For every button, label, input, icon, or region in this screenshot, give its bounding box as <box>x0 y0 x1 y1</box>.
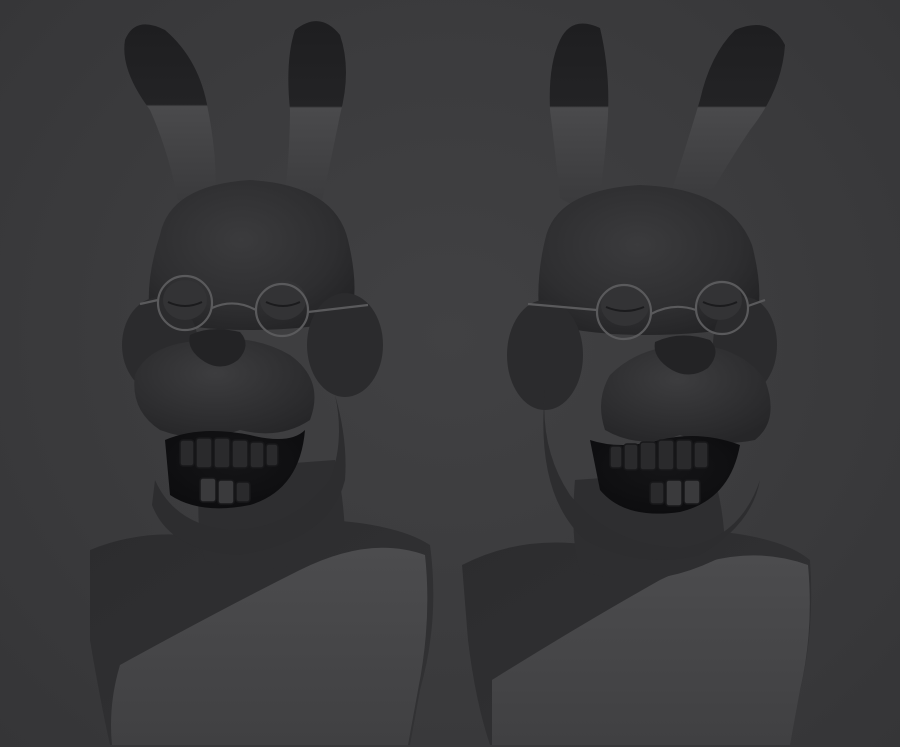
rabbit-bust-right <box>462 23 812 745</box>
eyelid-left <box>163 280 207 320</box>
render-canvas <box>90 21 812 745</box>
ear-right <box>672 25 785 205</box>
ear-right <box>285 21 346 210</box>
eyelid-right <box>260 280 306 320</box>
ear-left <box>549 23 609 207</box>
rabbit-bust-left <box>90 21 434 745</box>
cheek-left <box>507 300 583 410</box>
sculpt-viewport <box>0 0 900 747</box>
ear-left <box>124 24 216 203</box>
